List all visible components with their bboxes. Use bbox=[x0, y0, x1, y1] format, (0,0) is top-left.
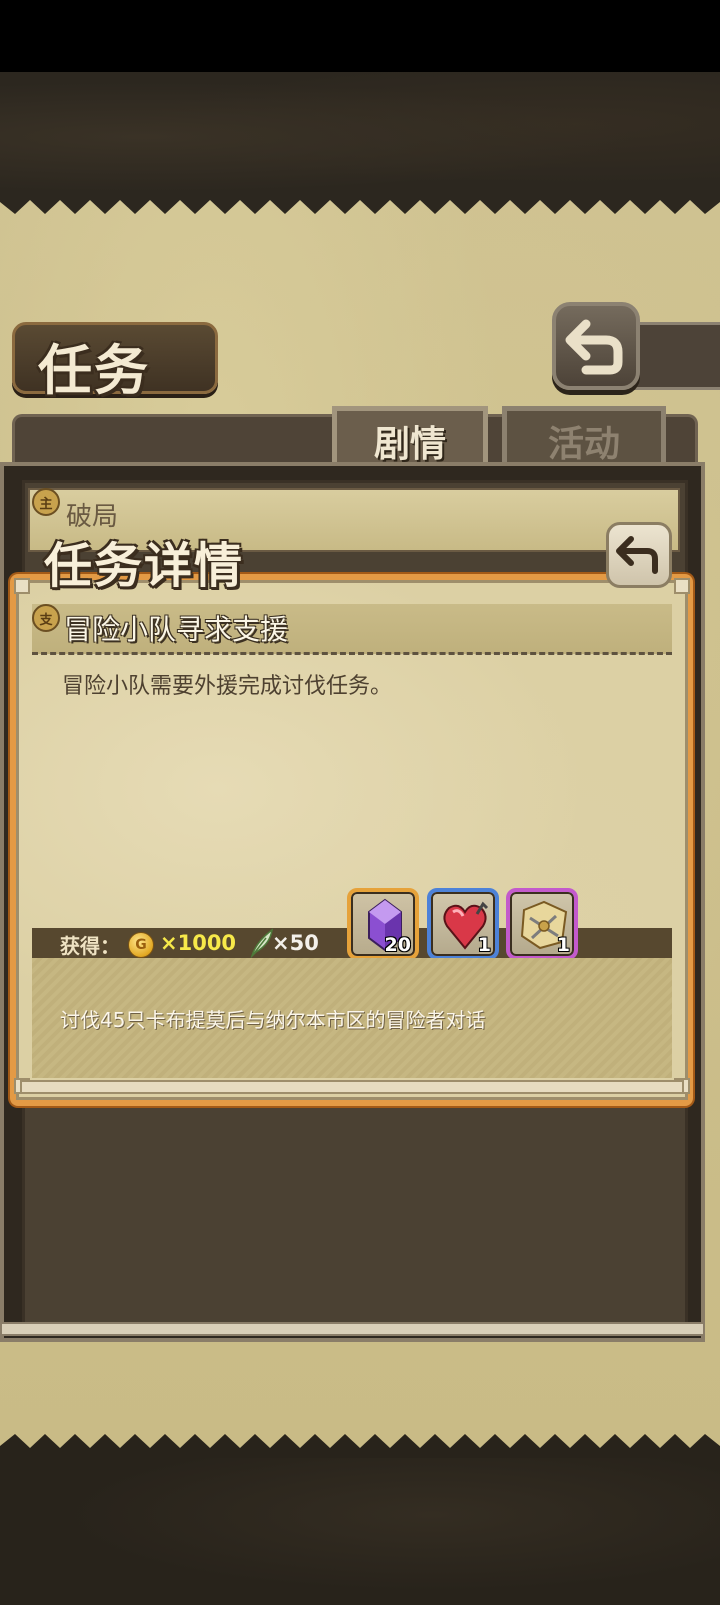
quest-objective: 讨伐45只卡布提莫后与纳尔本市区的冒险者对话 bbox=[60, 1008, 486, 1032]
item-count: 1 bbox=[556, 934, 570, 956]
feather-amount: ×50 bbox=[272, 931, 319, 955]
torn-edge-top bbox=[0, 190, 720, 214]
frame-post bbox=[674, 578, 690, 594]
torn-edge-bottom bbox=[0, 1434, 720, 1458]
dialog-back-button[interactable] bbox=[606, 522, 672, 588]
back-button[interactable] bbox=[552, 302, 640, 390]
item-count: 20 bbox=[384, 934, 411, 956]
gold-coin-icon: G bbox=[128, 932, 154, 958]
bottom-dark-map-area bbox=[0, 1455, 720, 1605]
page-title: 任务 bbox=[38, 339, 150, 402]
dashed-divider bbox=[32, 652, 672, 655]
quest-title: 冒险小队寻求支援 bbox=[64, 613, 289, 646]
top-dark-map-area bbox=[0, 72, 720, 202]
reward-item-treasure-map[interactable]: 1 bbox=[506, 888, 578, 960]
return-arrow-icon bbox=[616, 536, 658, 574]
status-bar bbox=[0, 0, 720, 72]
dialog-heading: 任务详情 bbox=[44, 538, 245, 594]
back-button-rail bbox=[632, 322, 720, 390]
reward-item-heart-stone[interactable]: 1 bbox=[427, 888, 499, 960]
return-arrow-icon bbox=[565, 319, 623, 375]
dialog-bottom-rail bbox=[20, 1080, 684, 1094]
list-bottom-rail bbox=[0, 1322, 705, 1336]
reward-label: 获得： bbox=[60, 934, 120, 958]
quest-description: 冒险小队需要外援完成讨伐任务。 bbox=[62, 674, 393, 699]
side-quest-badge: 支 bbox=[32, 604, 60, 632]
main-quest-badge: 主 bbox=[32, 488, 60, 516]
frame-post bbox=[14, 578, 30, 594]
coin-amount: ×1000 bbox=[160, 931, 237, 955]
reward-item-crystal[interactable]: 20 bbox=[347, 888, 419, 960]
item-count: 1 bbox=[477, 934, 491, 956]
